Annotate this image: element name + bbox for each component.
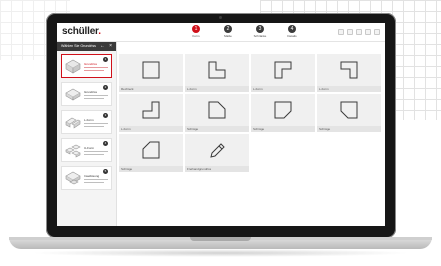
card-title: Insellösung <box>84 174 100 178</box>
shape-label: Schräge <box>185 126 249 132</box>
shape-tile[interactable]: L-Form <box>119 94 183 132</box>
back-arrow-icon[interactable]: ← <box>100 42 105 51</box>
shape-label: L-Form <box>185 86 249 92</box>
sidebar-card-3[interactable]: 3 L-Form <box>61 110 112 134</box>
step-label: Schränke <box>253 34 267 38</box>
shape-tile[interactable]: Schräge <box>185 94 249 132</box>
close-icon[interactable] <box>374 29 380 35</box>
chamfer-top-left-room-icon <box>142 141 160 159</box>
shape-tile[interactable]: L-Form <box>251 54 315 92</box>
step-number: 1 <box>192 25 200 33</box>
corner-room-mirrored-icon <box>340 61 358 79</box>
share-icon[interactable] <box>356 29 362 35</box>
close-icon[interactable]: × <box>109 42 112 51</box>
shape-tile[interactable]: Rechteck <box>119 54 183 92</box>
shape-label: Schräge <box>317 126 381 132</box>
shape-tile[interactable]: Freihandgrundriss <box>185 134 249 172</box>
step-navigation: 1 Form 2 Maße 3 Schränke 4 Details <box>185 25 303 41</box>
card-text-line <box>84 98 104 99</box>
shape-tile[interactable]: L-Form <box>185 54 249 92</box>
card-title: Grundriss <box>84 90 98 94</box>
step-3[interactable]: 3 Schränke <box>249 25 271 41</box>
card-text-line <box>84 70 104 71</box>
step-number: 2 <box>224 25 232 33</box>
l-room-icon <box>208 61 226 79</box>
shape-label: L-Form <box>119 126 183 132</box>
step-label: Form <box>192 34 200 38</box>
save-icon[interactable] <box>338 29 344 35</box>
card-title: U-Form <box>84 146 95 150</box>
step-room-icon <box>142 101 160 119</box>
card-number: 3 <box>103 113 108 118</box>
step-2[interactable]: 2 Maße <box>217 25 239 41</box>
card-text-line <box>84 179 108 180</box>
step-label: Details <box>287 34 297 38</box>
card-title: L-Form <box>84 118 94 122</box>
shape-tile[interactable]: Schräge <box>251 94 315 132</box>
sidebar-header: Wählen Sie Grundriss ← × <box>57 42 116 51</box>
chamfer-bottom-room-icon <box>274 101 292 119</box>
room-layout-thumbnail-icon <box>65 117 81 129</box>
corner-room-icon <box>274 61 292 79</box>
card-number: 5 <box>103 169 108 174</box>
card-number: 2 <box>103 85 108 90</box>
laptop-notch <box>190 237 251 241</box>
chamfer-bottom-left-room-icon <box>340 101 358 119</box>
sidebar-card-4[interactable]: 4 U-Form <box>61 138 112 162</box>
card-text-line <box>84 126 104 127</box>
card-number: 1 <box>103 57 108 62</box>
logo-text: schüller <box>62 26 99 37</box>
chamfer-room-icon <box>208 101 226 119</box>
shape-tile[interactable]: Schräge <box>119 134 183 172</box>
room-layout-thumbnail-icon <box>65 59 81 74</box>
shape-label: Freihandgrundriss <box>185 166 249 172</box>
card-title: Grundriss <box>84 62 98 66</box>
card-number: 4 <box>103 141 108 146</box>
brand-logo[interactable]: schüller. <box>62 26 101 37</box>
card-text-line <box>84 95 108 96</box>
card-text-line <box>84 67 108 68</box>
step-number: 4 <box>288 25 296 33</box>
shape-label: L-Form <box>317 86 381 92</box>
shape-label: Rechteck <box>119 86 183 92</box>
sidebar-title: Wählen Sie Grundriss <box>61 44 96 48</box>
app-screen: schüller. 1 Form 2 Maße 3 Schränke 4 Det… <box>57 23 385 226</box>
room-layout-thumbnail-icon <box>65 144 81 158</box>
sidebar-card-5[interactable]: 5 Insellösung <box>61 166 112 190</box>
help-icon[interactable] <box>365 29 371 35</box>
print-icon[interactable] <box>347 29 353 35</box>
sidebar: Wählen Sie Grundriss ← × 1 Grundriss 2 G… <box>57 42 117 226</box>
step-1[interactable]: 1 Form <box>185 25 207 41</box>
step-label: Maße <box>224 34 232 38</box>
sidebar-card-2[interactable]: 2 Grundriss <box>61 82 112 106</box>
room-layout-thumbnail-icon <box>65 88 81 101</box>
header-tools <box>338 29 380 35</box>
shape-label: Schräge <box>119 166 183 172</box>
sidebar-card-1[interactable]: 1 Grundriss <box>61 54 112 78</box>
card-text-line <box>84 182 104 183</box>
shape-tile[interactable]: L-Form <box>317 54 381 92</box>
logo-dot: . <box>98 26 101 37</box>
shape-label: Schräge <box>251 126 315 132</box>
shape-tile[interactable]: Schräge <box>317 94 381 132</box>
shape-label: L-Form <box>251 86 315 92</box>
pencil-icon <box>210 143 225 158</box>
step-number: 3 <box>256 25 264 33</box>
square-room-icon <box>142 61 160 79</box>
step-4[interactable]: 4 Details <box>281 25 303 41</box>
app-header: schüller. 1 Form 2 Maße 3 Schränke 4 Det… <box>57 23 385 42</box>
card-text-line <box>84 151 108 152</box>
room-layout-thumbnail-icon <box>65 171 81 185</box>
card-text-line <box>84 123 108 124</box>
camera-icon <box>219 16 222 19</box>
card-text-line <box>84 154 104 155</box>
laptop-shadow <box>30 249 411 257</box>
